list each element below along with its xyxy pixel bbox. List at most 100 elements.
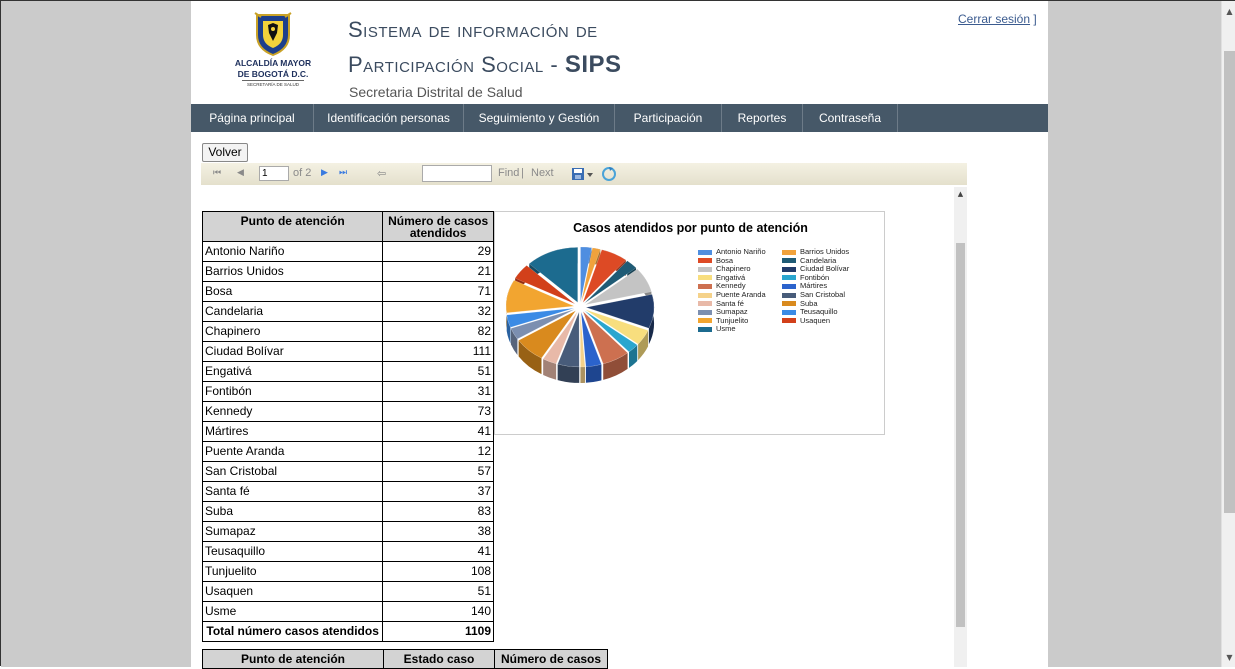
next-page-icon[interactable]: ▶ — [321, 167, 328, 178]
nav-contrasena[interactable]: Contraseña — [803, 104, 898, 132]
scroll-down-arrow-icon[interactable]: ▼ — [1222, 651, 1235, 665]
legend-swatch — [698, 266, 712, 272]
legend-swatch — [782, 301, 796, 307]
legend-swatch — [698, 292, 712, 298]
prev-page-icon[interactable]: ◀ — [237, 167, 244, 178]
row-casos: 73 — [382, 401, 494, 422]
nav-pagina-principal[interactable]: Página principal — [191, 104, 314, 132]
row-casos: 37 — [382, 481, 494, 502]
find-next-link[interactable]: Next — [531, 167, 554, 179]
legend-swatch — [782, 318, 796, 324]
logout-bracket: ] — [1030, 12, 1037, 26]
logo-line2: DE BOGOTÁ D.C. — [237, 69, 309, 79]
row-punto: Kennedy — [201, 401, 384, 422]
total-label: Total número casos atendidos — [201, 621, 384, 642]
row-casos: 38 — [382, 521, 494, 542]
table-row: Sumapaz 38 — [201, 521, 494, 542]
right-gutter — [1048, 1, 1221, 667]
report-scroll-up-icon[interactable]: ▲ — [954, 187, 967, 201]
report-scroll-thumb[interactable] — [956, 243, 965, 627]
refresh-icon[interactable] — [601, 166, 617, 182]
row-casos: 82 — [382, 321, 494, 342]
table-row: Teusaquillo 41 — [201, 541, 494, 562]
legend-swatch — [698, 326, 712, 332]
left-gutter — [1, 1, 191, 667]
status-table: Punto de atención Estado caso Número de … — [202, 649, 608, 669]
nav-participacion[interactable]: Participación — [615, 104, 722, 132]
save-icon[interactable] — [571, 166, 595, 182]
report-scrollbar[interactable]: ▲ — [954, 187, 967, 667]
row-punto: Teusaquillo — [201, 541, 384, 562]
logo-line3: SECRETARÍA DE SALUD — [242, 80, 304, 89]
legend-label: Usaquen — [800, 315, 831, 325]
row-punto: Antonio Nariño — [201, 241, 384, 262]
row-casos: 12 — [382, 441, 494, 462]
row-casos: 57 — [382, 461, 494, 482]
logout-link[interactable]: Cerrar sesión — [958, 12, 1030, 26]
first-page-icon[interactable]: ⏮ — [213, 167, 221, 178]
legend-item: Usaquen — [782, 316, 830, 325]
legend-item: Usme — [698, 324, 736, 333]
row-punto: Santa fé — [201, 481, 384, 502]
page-number-input[interactable]: 1 — [259, 166, 289, 181]
row-casos: 41 — [382, 421, 494, 442]
table-row: Tunjuelito 108 — [201, 561, 494, 582]
table-row: Usme 140 — [201, 601, 494, 622]
window-scrollbar[interactable]: ▲ ▼ — [1221, 1, 1235, 667]
cases-table-header: Punto de atención Número de casos atendi… — [201, 211, 494, 242]
nav-seguimiento-gestion[interactable]: Seguimiento y Gestión — [464, 104, 615, 132]
main-nav: Página principal Identificación personas… — [191, 104, 1048, 132]
last-page-icon[interactable]: ⏭ — [339, 167, 347, 178]
table-row: Chapinero 82 — [201, 321, 494, 342]
table-row: Suba 83 — [201, 501, 494, 522]
legend-swatch — [698, 309, 712, 315]
row-punto: Mártires — [201, 421, 384, 442]
logo-line1: ALCALDÍA MAYOR — [234, 58, 312, 68]
legend-swatch — [782, 266, 796, 272]
col-numero-casos: Número de casos atendidos — [382, 211, 494, 242]
cases-table-body: Antonio Nariño 29 Barrios Unidos 21 Bosa 71 Ca… — [201, 241, 494, 642]
total-value: 1109 — [382, 621, 494, 642]
legend-swatch — [782, 283, 796, 289]
table-row: Antonio Nariño 29 — [201, 241, 494, 262]
volver-button[interactable]: Volver — [202, 143, 248, 162]
row-punto: Bosa — [201, 281, 384, 302]
row-punto: Usaquen — [201, 581, 384, 602]
logo: ALCALDÍA MAYOR DE BOGOTÁ D.C. SECRETARÍA… — [227, 11, 319, 97]
row-casos: 21 — [382, 261, 494, 282]
row-casos: 32 — [382, 301, 494, 322]
table-row: Ciudad Bolívar 111 — [201, 341, 494, 362]
table-row: Barrios Unidos 21 — [201, 261, 494, 282]
row-punto: Puente Aranda — [201, 441, 384, 462]
row-punto: Engativá — [201, 361, 384, 382]
legend-swatch — [698, 249, 712, 255]
find-separator: | — [521, 167, 524, 179]
row-punto: Tunjuelito — [201, 561, 384, 582]
window-scroll-thumb[interactable] — [1224, 51, 1235, 513]
legend-swatch — [782, 275, 796, 281]
page: ▲ ▼ ALCALDÍA MAYOR DE BOGOTÁ D.C. SECRET… — [0, 0, 1235, 669]
row-punto: Candelaria — [201, 301, 384, 322]
row-punto: Usme — [201, 601, 384, 622]
nav-identificacion-personas[interactable]: Identificación personas — [314, 104, 464, 132]
table-row: Kennedy 73 — [201, 401, 494, 422]
row-casos: 83 — [382, 501, 494, 522]
nav-reportes[interactable]: Reportes — [722, 104, 803, 132]
legend-swatch — [698, 275, 712, 281]
row-casos: 108 — [382, 561, 494, 582]
row-casos: 71 — [382, 281, 494, 302]
row-casos: 31 — [382, 381, 494, 402]
pie-slice-side — [585, 364, 602, 383]
back-to-parent-icon[interactable]: ⇦ — [377, 167, 386, 180]
page-count: of 2 — [293, 167, 312, 179]
report-toolbar: ⏮ ◀ 1 of 2 ▶ ⏭ ⇦ Find | Next — [201, 163, 967, 185]
app-title-acronym: SIPS — [564, 51, 622, 78]
legend-swatch — [698, 283, 712, 289]
row-punto: Chapinero — [201, 321, 384, 342]
find-link[interactable]: Find — [498, 167, 519, 179]
legend-swatch — [698, 318, 712, 324]
table-row: Santa fé 37 — [201, 481, 494, 502]
legend-swatch — [782, 292, 796, 298]
scroll-up-arrow-icon[interactable]: ▲ — [1222, 5, 1235, 19]
find-input[interactable] — [422, 165, 492, 182]
